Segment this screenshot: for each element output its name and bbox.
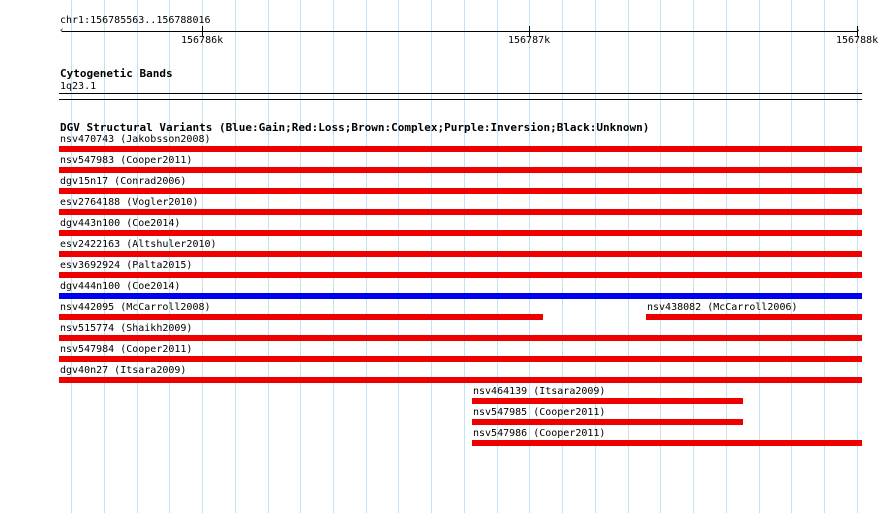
variant-label[interactable]: dgv443n100 (Coe2014) xyxy=(60,218,180,230)
variant-label[interactable]: dgv15n17 (Conrad2006) xyxy=(60,176,186,188)
variant-bar-loss[interactable] xyxy=(472,398,743,404)
cytoband-track-title: Cytogenetic Bands xyxy=(60,67,173,80)
variant-bar-loss[interactable] xyxy=(472,419,743,425)
variant-bar-loss[interactable] xyxy=(59,314,543,320)
variant-label[interactable]: nsv547983 (Cooper2011) xyxy=(60,155,192,167)
variant-bar-loss[interactable] xyxy=(59,209,862,215)
variant-bar-loss[interactable] xyxy=(59,188,862,194)
variant-bar-loss[interactable] xyxy=(59,146,862,152)
variant-bar-loss[interactable] xyxy=(59,272,862,278)
locus-label: chr1:156785563..156788016 xyxy=(60,15,211,26)
variant-bar-gain[interactable] xyxy=(59,293,862,299)
variant-label[interactable]: dgv40n27 (Itsara2009) xyxy=(60,365,186,377)
variant-bar-loss[interactable] xyxy=(59,251,862,257)
variant-label[interactable]: esv2422163 (Altshuler2010) xyxy=(60,239,217,251)
variant-bar-loss[interactable] xyxy=(59,356,862,362)
variant-bar-loss[interactable] xyxy=(59,377,862,383)
cytoband-top-line xyxy=(59,93,862,94)
ruler-tick-label: 156786k xyxy=(181,35,224,46)
variant-label[interactable]: esv2764188 (Vogler2010) xyxy=(60,197,198,209)
cytoband-label: 1q23.1 xyxy=(60,81,97,92)
variant-label[interactable]: nsv547986 (Cooper2011) xyxy=(473,428,605,440)
variant-label[interactable]: esv3692924 (Palta2015) xyxy=(60,260,192,272)
ruler-left-arrow-icon: ‹ xyxy=(59,26,65,36)
variant-bar-loss[interactable] xyxy=(646,314,862,320)
variant-bar-loss[interactable] xyxy=(59,335,862,341)
variant-bar-loss[interactable] xyxy=(472,440,862,446)
cytoband-bottom-line xyxy=(59,99,862,100)
dgv-track-title: DGV Structural Variants (Blue:Gain;Red:L… xyxy=(60,121,650,134)
genome-browser-view: chr1:156785563..156788016 ‹ › 156786k156… xyxy=(0,0,890,513)
ruler-tick-label: 156788k xyxy=(836,35,879,46)
variant-label[interactable]: nsv547984 (Cooper2011) xyxy=(60,344,192,356)
variant-label[interactable]: nsv515774 (Shaikh2009) xyxy=(60,323,192,335)
variant-label[interactable]: nsv547985 (Cooper2011) xyxy=(473,407,605,419)
variant-label[interactable]: dgv444n100 (Coe2014) xyxy=(60,281,180,293)
variant-label[interactable]: nsv442095 (McCarroll2008) xyxy=(60,302,211,314)
variant-bar-loss[interactable] xyxy=(59,167,862,173)
ruler-axis xyxy=(62,31,858,32)
variant-label[interactable]: nsv438082 (McCarroll2006) xyxy=(647,302,798,314)
variant-label[interactable]: nsv470743 (Jakobsson2008) xyxy=(60,134,211,146)
variant-bar-loss[interactable] xyxy=(59,230,862,236)
ruler-tick-label: 156787k xyxy=(508,35,551,46)
variant-label[interactable]: nsv464139 (Itsara2009) xyxy=(473,386,605,398)
